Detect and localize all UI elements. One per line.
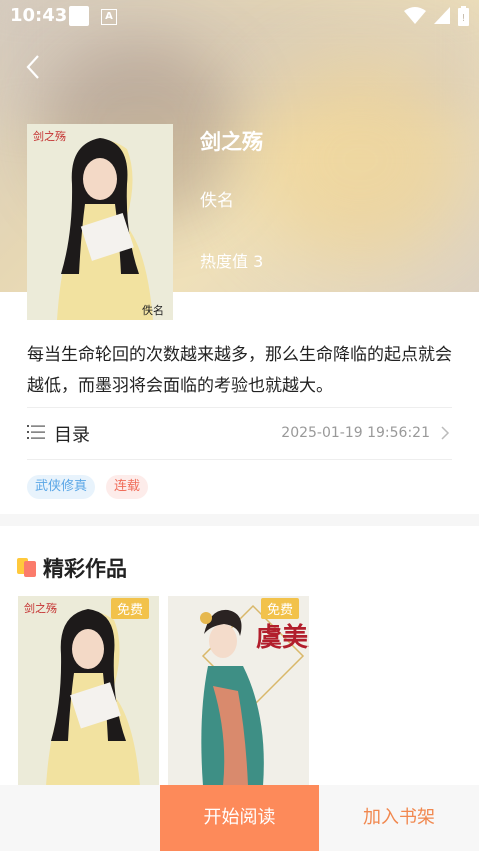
book-author: 佚名 — [200, 191, 234, 211]
wifi-icon — [404, 7, 426, 24]
book-popularity: 热度值 3 — [200, 252, 264, 271]
cover-title-text: 剑之殇 — [33, 129, 66, 143]
book-cover: 剑之殇 佚名 — [27, 124, 173, 320]
table-of-contents-row[interactable]: 目录 2025-01-19 19:56:21 — [27, 412, 452, 456]
works-section-title: 精彩作品 — [43, 557, 127, 581]
chevron-left-icon — [26, 55, 39, 79]
start-reading-button[interactable]: 开始阅读 — [160, 785, 319, 851]
battery-icon: ! — [458, 6, 469, 26]
work-1-cover-text: 剑之殇 — [24, 601, 57, 615]
free-badge: 免费 — [260, 598, 299, 619]
cover-signature-text: 佚名 — [142, 303, 164, 317]
add-to-shelf-button[interactable]: 加入书架 — [319, 785, 479, 851]
book-description: 每当生命轮回的次数越来越多，那么生命降临的起点就会越低，而墨羽将会面临的考验也就… — [27, 345, 452, 396]
toc-updated-time: 2025-01-19 19:56:21 — [281, 425, 430, 441]
book-title: 剑之殇 — [200, 130, 263, 154]
status-bar: 10:43 A ! — [0, 0, 479, 32]
divider — [27, 459, 452, 460]
status-time: 10:43 — [10, 5, 68, 26]
works-section-icon — [17, 558, 36, 577]
toc-label: 目录 — [54, 425, 90, 446]
work-2-cover-text: 虞美人 — [256, 622, 309, 653]
chevron-right-icon — [441, 426, 450, 440]
work-card-1[interactable]: 剑之殇 免费 — [18, 596, 159, 786]
notification-a-icon: A — [101, 9, 117, 25]
signal-icon — [434, 7, 450, 24]
notification-square-icon — [69, 6, 89, 26]
back-button[interactable] — [22, 52, 46, 82]
free-badge: 免费 — [110, 598, 149, 619]
list-icon — [27, 425, 45, 439]
svg-text:!: ! — [461, 13, 465, 24]
tag-genre[interactable]: 武侠修真 — [27, 475, 96, 499]
tag-status[interactable]: 连载 — [106, 475, 149, 499]
divider — [27, 407, 452, 408]
work-card-2[interactable]: 虞美人 免费 — [168, 596, 309, 786]
system-icons: ! — [404, 6, 469, 26]
